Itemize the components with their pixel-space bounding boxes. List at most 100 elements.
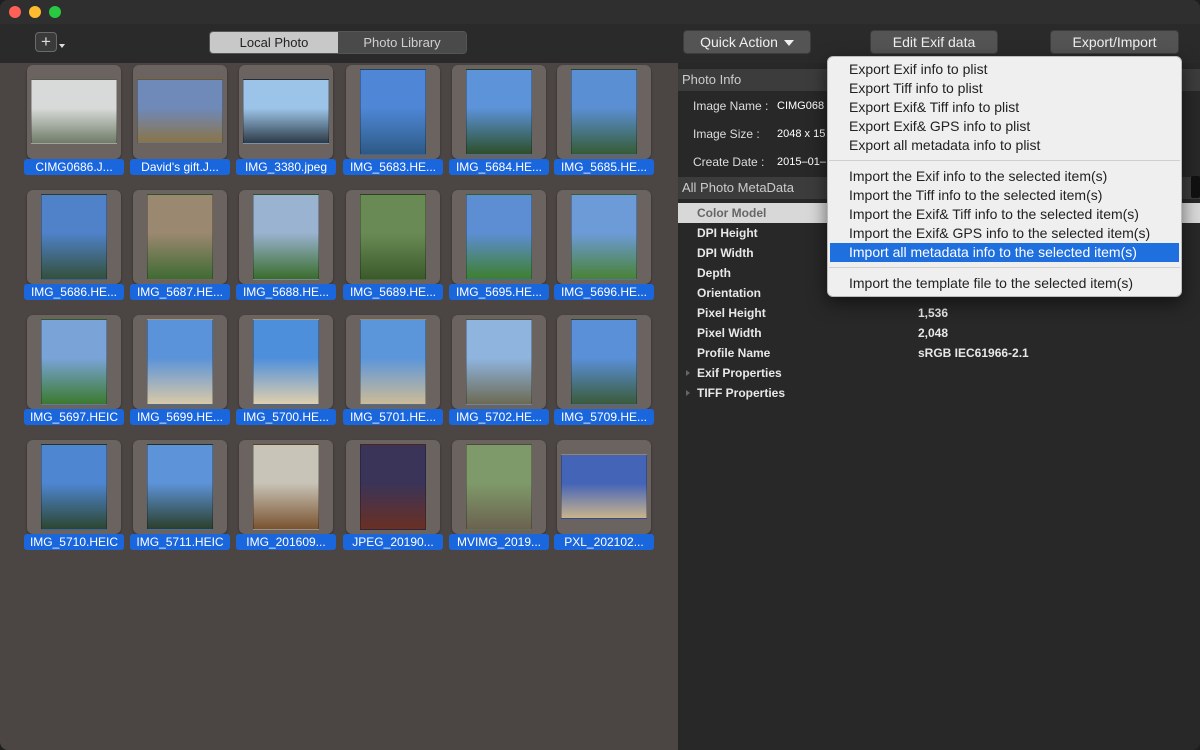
photo-filename[interactable]: MVIMG_2019... <box>449 534 549 550</box>
metadata-row[interactable]: Pixel Width 2,048 <box>678 323 1200 343</box>
photo-info-label: Image Size : <box>693 127 760 141</box>
photo-thumbnail <box>41 444 107 530</box>
photo-filename[interactable]: IMG_5696.HE... <box>554 284 654 300</box>
photo-thumbnail-frame[interactable] <box>239 315 333 409</box>
photo-thumbnail-frame[interactable] <box>27 65 121 159</box>
menu-item[interactable]: Export Exif info to plist <box>830 60 1179 79</box>
photo-filename[interactable]: IMG_5699.HE... <box>130 409 230 425</box>
photo-thumbnail <box>571 319 637 405</box>
metadata-row[interactable]: Exif Properties <box>678 363 1200 383</box>
metadata-key: Pixel Height <box>697 306 766 320</box>
photo-filename[interactable]: IMG_5687.HE... <box>130 284 230 300</box>
photo-thumbnail <box>466 69 532 155</box>
photo-thumbnail-frame[interactable] <box>557 65 651 159</box>
photo-thumbnail-frame[interactable] <box>557 315 651 409</box>
scroll-handle[interactable] <box>1191 176 1200 198</box>
photo-filename[interactable]: IMG_3380.jpeg <box>236 159 336 175</box>
photo-thumbnail-frame[interactable] <box>133 65 227 159</box>
menu-item[interactable]: Export all metadata info to plist <box>830 136 1179 155</box>
photo-thumbnail-frame[interactable] <box>452 190 546 284</box>
photo-thumbnail-frame[interactable] <box>133 440 227 534</box>
metadata-key: Profile Name <box>697 346 771 360</box>
photo-filename[interactable]: IMG_5711.HEIC <box>130 534 230 550</box>
photo-filename[interactable]: JPEG_20190... <box>343 534 443 550</box>
zoom-window-button[interactable] <box>49 6 61 18</box>
photo-thumbnail <box>253 319 319 405</box>
photo-thumbnail-frame[interactable] <box>133 190 227 284</box>
photo-thumbnail <box>147 194 213 280</box>
add-button[interactable]: + <box>35 32 57 52</box>
photo-thumbnail <box>41 319 107 405</box>
photo-thumbnail-frame[interactable] <box>133 315 227 409</box>
menu-item[interactable]: Export Tiff info to plist <box>830 79 1179 98</box>
menu-item[interactable]: Export Exif& Tiff info to plist <box>830 98 1179 117</box>
disclosure-triangle-icon[interactable] <box>686 390 690 396</box>
metadata-row[interactable]: TIFF Properties <box>678 383 1200 403</box>
photo-thumbnail-frame[interactable] <box>239 440 333 534</box>
photo-thumbnail-frame[interactable] <box>239 190 333 284</box>
photo-info-value: CIMG068 <box>777 100 825 112</box>
photo-thumbnail-frame[interactable] <box>27 440 121 534</box>
photo-thumbnail <box>571 69 637 155</box>
tab-photo-library[interactable]: Photo Library <box>338 32 466 53</box>
photo-thumbnail <box>466 194 532 280</box>
photo-thumbnail <box>137 79 223 144</box>
metadata-row[interactable]: Pixel Height 1,536 <box>678 303 1200 323</box>
photo-filename[interactable]: IMG_5685.HE... <box>554 159 654 175</box>
menu-item[interactable]: Export Exif& GPS info to plist <box>830 117 1179 136</box>
minimize-window-button[interactable] <box>29 6 41 18</box>
metadata-row[interactable]: Profile Name sRGB IEC61966-2.1 <box>678 343 1200 363</box>
photo-filename[interactable]: IMG_5702.HE... <box>449 409 549 425</box>
add-menu-arrow-icon[interactable] <box>59 44 65 48</box>
photo-filename[interactable]: IMG_5700.HE... <box>236 409 336 425</box>
photo-thumbnail-frame[interactable] <box>452 440 546 534</box>
photo-thumbnail <box>360 69 426 155</box>
photo-filename[interactable]: IMG_5688.HE... <box>236 284 336 300</box>
quick-action-button[interactable]: Quick Action <box>683 30 811 54</box>
photo-filename[interactable]: IMG_5701.HE... <box>343 409 443 425</box>
export-import-button[interactable]: Export/Import <box>1050 30 1179 54</box>
photo-info-value: 2048 x 15 <box>777 128 826 140</box>
photo-filename[interactable]: IMG_5695.HE... <box>449 284 549 300</box>
menu-item[interactable]: Import the Exif& GPS info to the selecte… <box>830 224 1179 243</box>
menu-item[interactable]: Import the Exif& Tiff info to the select… <box>830 205 1179 224</box>
photo-filename[interactable]: IMG_5684.HE... <box>449 159 549 175</box>
quick-action-label: Quick Action <box>700 34 778 50</box>
metadata-key: Pixel Width <box>697 326 762 340</box>
photo-thumbnail <box>571 194 637 280</box>
metadata-value: 1,536 <box>918 306 949 320</box>
photo-filename[interactable]: David's gift.J... <box>130 159 230 175</box>
menu-item[interactable]: Import all metadata info to the selected… <box>830 243 1179 262</box>
photo-filename[interactable]: IMG_5710.HEIC <box>24 534 124 550</box>
photo-thumbnail-frame[interactable] <box>239 65 333 159</box>
photo-filename[interactable]: IMG_201609... <box>236 534 336 550</box>
photo-info-label: Create Date : <box>693 155 765 169</box>
photo-thumbnail-frame[interactable] <box>346 315 440 409</box>
photo-thumbnail-frame[interactable] <box>27 190 121 284</box>
photo-filename[interactable]: IMG_5689.HE... <box>343 284 443 300</box>
edit-exif-button[interactable]: Edit Exif data <box>870 30 998 54</box>
tab-local-photo[interactable]: Local Photo <box>210 32 338 53</box>
photo-filename[interactable]: IMG_5697.HEIC <box>24 409 124 425</box>
photo-thumbnail-frame[interactable] <box>346 190 440 284</box>
close-window-button[interactable] <box>9 6 21 18</box>
photo-thumbnail-frame[interactable] <box>346 440 440 534</box>
chevron-down-icon <box>783 40 794 47</box>
photo-thumbnail-frame[interactable] <box>557 440 651 534</box>
photo-filename[interactable]: IMG_5686.HE... <box>24 284 124 300</box>
photo-filename[interactable]: IMG_5709.HE... <box>554 409 654 425</box>
photo-thumbnail-frame[interactable] <box>27 315 121 409</box>
metadata-key: Color Model <box>697 206 767 220</box>
menu-item[interactable]: Import the Tiff info to the selected ite… <box>830 186 1179 205</box>
photo-filename[interactable]: PXL_202102... <box>554 534 654 550</box>
photo-thumbnail-frame[interactable] <box>557 190 651 284</box>
photo-thumbnail-frame[interactable] <box>452 65 546 159</box>
plus-icon: + <box>41 32 51 51</box>
photo-filename[interactable]: IMG_5683.HE... <box>343 159 443 175</box>
photo-thumbnail-frame[interactable] <box>346 65 440 159</box>
menu-item[interactable]: Import the Exif info to the selected ite… <box>830 167 1179 186</box>
photo-filename[interactable]: CIMG0686.J... <box>24 159 124 175</box>
menu-item[interactable]: Import the template file to the selected… <box>830 274 1179 293</box>
disclosure-triangle-icon[interactable] <box>686 370 690 376</box>
photo-thumbnail-frame[interactable] <box>452 315 546 409</box>
